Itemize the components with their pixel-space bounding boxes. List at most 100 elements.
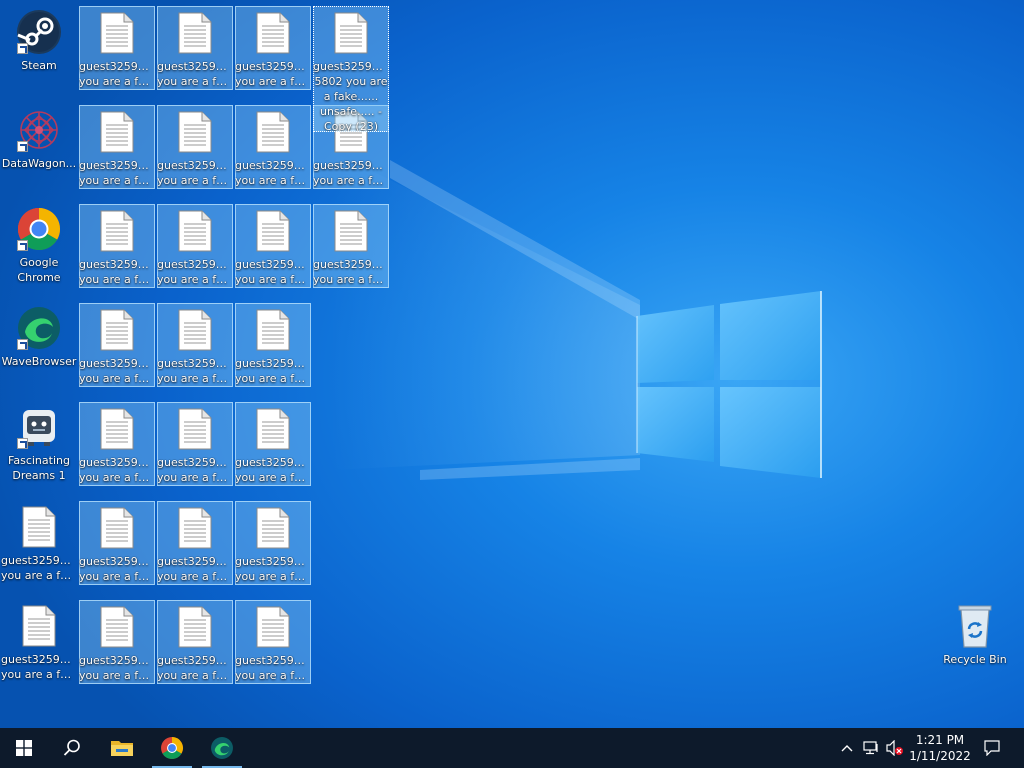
text-document-icon (249, 504, 297, 552)
file-label-line1: guest32590... (79, 555, 155, 568)
text-document-icon (171, 9, 219, 57)
recycle-bin-icon (951, 602, 999, 650)
file-label-line1: guest32590... (235, 456, 311, 469)
file-explorer-icon (111, 741, 133, 756)
file-label-line1: guest32590... (157, 456, 233, 469)
taskbar-file-explorer[interactable] (98, 728, 146, 768)
text-document-icon (171, 108, 219, 156)
fascinating-dreams-icon (15, 403, 63, 451)
file-icon[interactable]: guest32590... you are a fa... (235, 303, 311, 387)
file-label-line2: you are a fa... (313, 174, 389, 187)
text-document-icon (249, 9, 297, 57)
text-document-icon (171, 603, 219, 651)
file-label-line2: you are a fa... (157, 75, 233, 88)
file-icon[interactable]: guest32590... you are a fa... (79, 105, 155, 189)
focused-file-label: guest3259023 5802 you are a fake...... u… (313, 60, 389, 131)
file-icon[interactable]: guest32590... you are a fa... (235, 204, 311, 288)
file-icon[interactable]: guest32590... you are a fa... (79, 204, 155, 288)
wavebrowser-shortcut[interactable]: WaveBrowser (1, 302, 77, 386)
file-label-line1: guest32590... (235, 357, 311, 370)
clock-time: 1:21 PM (915, 733, 965, 747)
file-icon[interactable]: guest32590... you are a fa... (157, 402, 233, 486)
file-icon-focused[interactable]: guest3259023 5802 you are a fake...... u… (313, 6, 389, 132)
steam-icon (15, 8, 63, 56)
file-icon[interactable]: guest32590... you are a fa... (1, 501, 77, 585)
file-icon[interactable]: guest32590... you are a fa... (157, 204, 233, 288)
file-icon[interactable]: guest32590... you are a fa... (157, 105, 233, 189)
file-label-line2: you are a fa... (157, 174, 233, 187)
network-tray-button[interactable] (860, 728, 882, 768)
file-icon[interactable]: guest32590... you are a fa... (235, 600, 311, 684)
file-label-line2: you are a fa... (235, 273, 311, 286)
file-icon[interactable]: guest32590... you are a fa... (1, 600, 77, 684)
file-icon[interactable]: guest32590... you are a fa... (79, 303, 155, 387)
text-document-icon (327, 207, 375, 255)
file-icon[interactable]: guest32590... you are a fa... (235, 6, 311, 90)
text-document-icon (171, 504, 219, 552)
file-icon[interactable]: guest32590... you are a fa... (235, 402, 311, 486)
google-chrome-shortcut[interactable]: Google Chrome (1, 203, 77, 287)
text-document-icon (249, 306, 297, 354)
clock-date: 1/11/2022 (909, 749, 971, 763)
datawagon-shortcut[interactable]: DataWagon... (1, 104, 77, 188)
search-button[interactable] (48, 728, 96, 768)
file-icon[interactable]: guest32590... you are a fa... (79, 501, 155, 585)
show-hidden-icons-button[interactable] (836, 728, 858, 768)
file-label-line1: guest32590... (157, 654, 233, 667)
shortcut-arrow-icon (17, 43, 28, 54)
file-icon[interactable]: guest32590... you are a fa... (157, 303, 233, 387)
text-document-icon (93, 504, 141, 552)
file-label-line1: guest32590... (79, 60, 155, 73)
file-label-line2: you are a fa... (235, 669, 311, 682)
steam-shortcut[interactable]: Steam (1, 6, 77, 90)
file-label-line1: guest32590... (313, 258, 389, 271)
file-icon[interactable]: guest32590... you are a fa... (157, 501, 233, 585)
file-label-line1: guest32590... (313, 159, 389, 172)
text-document-icon (171, 405, 219, 453)
clock-button[interactable]: 1:21 PM 1/11/2022 (904, 728, 976, 768)
file-label-line2: you are a fa... (157, 471, 233, 484)
text-document-icon (15, 503, 63, 551)
fascinating-dreams-shortcut[interactable]: Fascinating Dreams 1 (1, 401, 77, 485)
file-label-line1: guest32590... (79, 654, 155, 667)
search-icon (63, 739, 80, 756)
file-label-line1: guest32590... (157, 357, 233, 370)
file-icon[interactable]: guest32590... you are a fa... (235, 105, 311, 189)
file-icon[interactable]: guest32590... you are a fa... (79, 402, 155, 486)
file-label-line2: you are a fa... (235, 570, 311, 583)
shortcut-arrow-icon (17, 339, 28, 350)
text-document-icon (249, 207, 297, 255)
text-document-icon (93, 306, 141, 354)
steam-label: Steam (21, 59, 57, 72)
text-document-icon (327, 9, 375, 57)
file-label-line2: you are a fa... (313, 273, 389, 286)
text-document-icon (249, 603, 297, 651)
taskbar-wavebrowser[interactable] (198, 728, 246, 768)
action-center-button[interactable] (976, 728, 1008, 768)
recycle-bin[interactable]: Recycle Bin (937, 600, 1013, 684)
wavebrowser-icon (211, 737, 233, 759)
chevron-up-icon (841, 745, 853, 752)
file-icon[interactable]: guest32590... you are a fa... (79, 600, 155, 684)
text-document-icon (249, 405, 297, 453)
volume-tray-button[interactable] (884, 728, 906, 768)
file-icon[interactable]: guest32590... you are a fa... (157, 6, 233, 90)
taskbar: 1:21 PM 1/11/2022 (0, 728, 1024, 768)
file-icon[interactable]: guest32590... you are a fa... (157, 600, 233, 684)
start-button[interactable] (0, 728, 48, 768)
file-icon[interactable]: guest32590... you are a fa... (235, 501, 311, 585)
file-icon[interactable]: guest32590... you are a fa... (79, 6, 155, 90)
file-label-line1: guest32590... (235, 654, 311, 667)
fascinating-dreams-label-line1: Fascinating (8, 454, 70, 467)
notification-icon (984, 740, 1000, 756)
shortcut-arrow-icon (17, 240, 28, 251)
file-label-line2: you are a fa... (79, 471, 155, 484)
wavebrowser-label: WaveBrowser (1, 355, 77, 368)
text-document-icon (93, 108, 141, 156)
text-document-icon (93, 603, 141, 651)
datawagon-icon (15, 106, 63, 154)
taskbar-chrome[interactable] (148, 728, 196, 768)
file-icon[interactable]: guest32590... you are a fa... (313, 204, 389, 288)
text-document-icon (171, 306, 219, 354)
file-label-line2: you are a fa... (235, 372, 311, 385)
